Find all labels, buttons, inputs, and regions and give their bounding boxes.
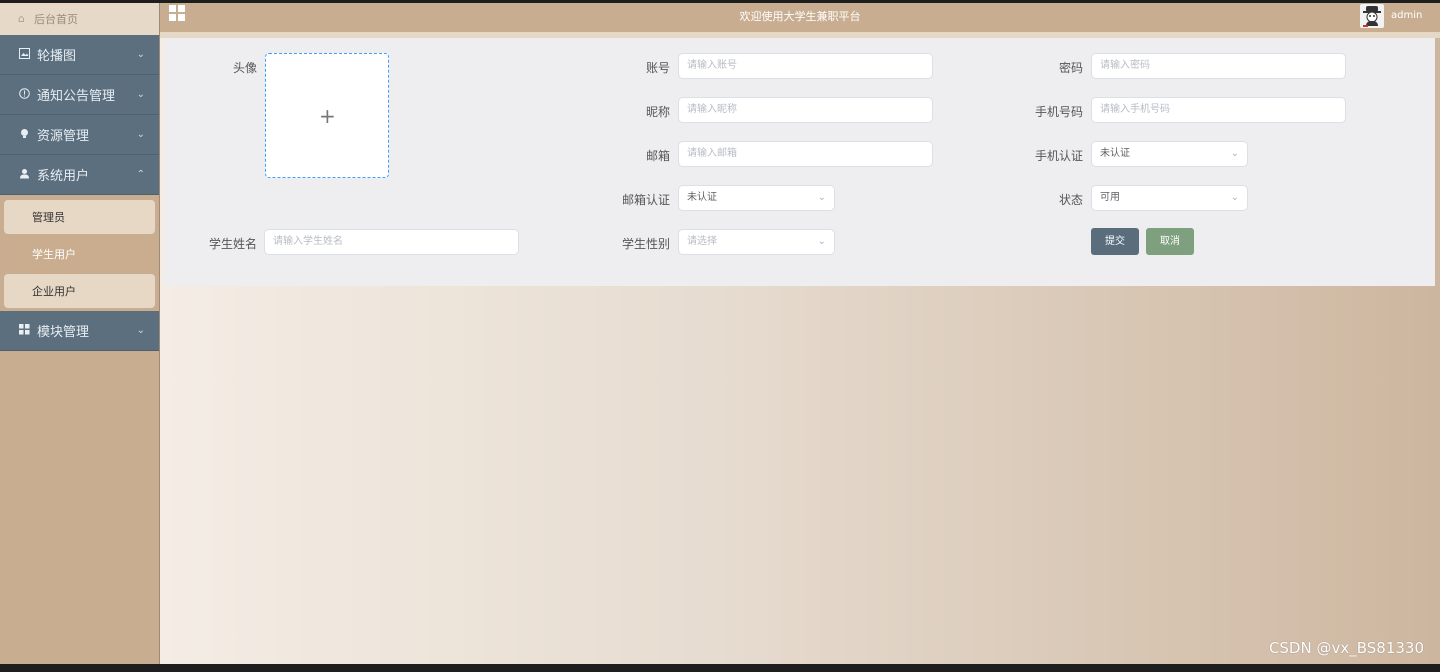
phone-verify-label: 手机认证 [1034,149,1083,163]
sidebar-menu-label: 模块管理 [37,325,90,340]
email-verify-value: 未认证 [687,192,717,203]
sidebar-menu-carousel[interactable]: 轮播图 ⌄ [0,35,159,75]
email-verify-select[interactable]: 未认证 ⌄ [678,185,835,211]
nickname-input[interactable]: 请输入昵称 [678,97,933,123]
sidebar-menu-modules[interactable]: 模块管理 ⌄ [0,311,159,351]
chevron-down-icon: ⌄ [136,325,145,336]
sidebar-subitem-admin[interactable]: 管理员 [4,200,155,234]
sidebar-subitem-student-user[interactable]: 学生用户 [4,237,155,271]
sidebar-menu-system-users[interactable]: 系统用户 ⌃ [0,155,159,195]
sidebar-home-label: 后台首页 [34,13,78,26]
email-verify-label: 邮箱认证 [621,193,670,207]
sidebar: ⌂ 后台首页 轮播图 ⌄ 通知公告管理 ⌄ 资源管理 ⌄ 系统用户 ⌃ 管理员 … [0,3,160,664]
chevron-up-icon: ⌃ [136,169,145,180]
avatar-uploader[interactable]: + [265,53,389,178]
plus-icon: + [319,104,336,128]
user-icon [17,168,31,182]
watermark: CSDN @vx_BS81330 [1268,639,1424,657]
chevron-down-icon: ⌄ [1230,192,1239,203]
chevron-down-icon: ⌄ [136,129,145,140]
sidebar-menu-label: 轮播图 [37,49,77,64]
status-label: 状态 [1058,193,1083,207]
student-user-form: 头像 + 学生姓名 请输入学生姓名 账号 请输入账号 昵称 请输入昵称 邮箱 请… [165,38,1435,286]
top-bar: 欢迎使用大学生兼职平台 admin [160,3,1440,32]
sidebar-menu-notice[interactable]: 通知公告管理 ⌄ [0,75,159,115]
sidebar-home-link[interactable]: ⌂ 后台首页 [0,3,159,35]
sidebar-menu-label: 系统用户 [37,169,90,184]
system-users-submenu: 管理员 学生用户 企业用户 [0,195,159,311]
nickname-label: 昵称 [645,105,670,119]
phone-verify-select[interactable]: 未认证 ⌄ [1091,141,1248,167]
cancel-button[interactable]: 取消 [1146,228,1194,255]
student-name-label: 学生姓名 [208,237,257,251]
sidebar-subitem-company-user[interactable]: 企业用户 [4,274,155,308]
status-value: 可用 [1100,192,1120,203]
password-label: 密码 [1058,61,1083,75]
account-label: 账号 [645,61,670,75]
avatar[interactable] [1360,4,1384,28]
chevron-down-icon: ⌄ [136,49,145,60]
email-label: 邮箱 [645,149,670,163]
email-input[interactable]: 请输入邮箱 [678,141,933,167]
app-window: ⌂ 后台首页 轮播图 ⌄ 通知公告管理 ⌄ 资源管理 ⌄ 系统用户 ⌃ 管理员 … [0,3,1440,664]
phone-input[interactable]: 请输入手机号码 [1091,97,1346,123]
gender-select[interactable]: 请选择 ⌄ [678,229,835,255]
info-icon [17,87,31,102]
sidebar-menu-resources[interactable]: 资源管理 ⌄ [0,115,159,155]
submit-button[interactable]: 提交 [1091,228,1139,255]
account-input[interactable]: 请输入账号 [678,53,933,79]
sidebar-menu-label: 通知公告管理 [37,89,116,104]
image-icon [17,47,31,62]
phone-verify-value: 未认证 [1100,148,1130,159]
page-title: 欢迎使用大学生兼职平台 [739,10,861,23]
home-icon: ⌂ [18,12,25,25]
user-name[interactable]: admin [1391,10,1422,21]
avatar-label: 头像 [232,61,257,75]
sidebar-menu-label: 资源管理 [37,129,90,144]
password-input[interactable]: 请输入密码 [1091,53,1346,79]
status-select[interactable]: 可用 ⌄ [1091,185,1248,211]
gender-placeholder: 请选择 [687,236,717,247]
phone-label: 手机号码 [1034,105,1083,119]
chevron-down-icon: ⌄ [136,89,145,100]
chevron-down-icon: ⌄ [817,236,826,247]
main-content: 头像 + 学生姓名 请输入学生姓名 账号 请输入账号 昵称 请输入昵称 邮箱 请… [160,38,1440,664]
bulb-icon [17,128,31,142]
student-name-input[interactable]: 请输入学生姓名 [264,229,519,255]
gender-label: 学生性别 [621,237,670,251]
grid-icon [17,323,31,338]
chevron-down-icon: ⌄ [817,192,826,203]
chevron-down-icon: ⌄ [1230,148,1239,159]
